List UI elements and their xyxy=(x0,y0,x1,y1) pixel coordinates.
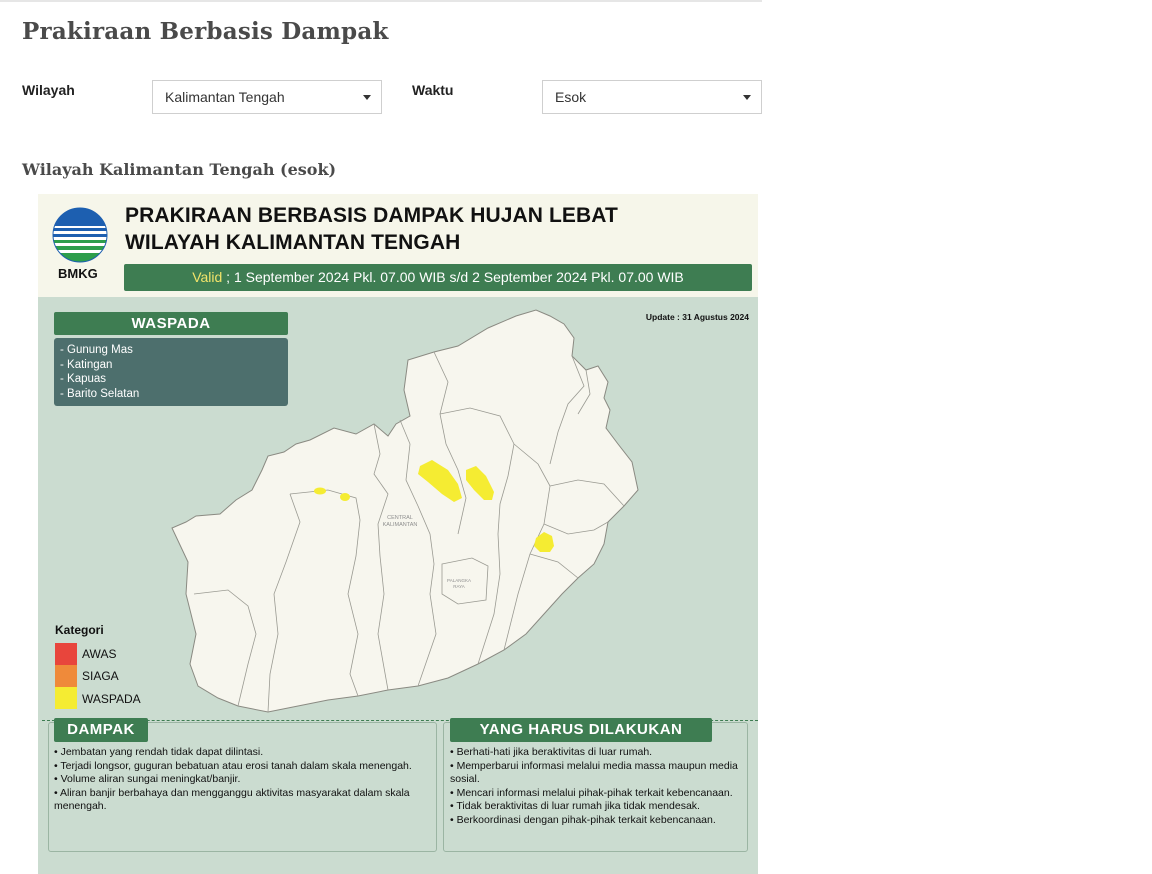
validity-bar: Valid ; 1 September 2024 Pkl. 07.00 WIB … xyxy=(124,264,752,291)
list-item: • Berhati-hati jika beraktivitas di luar… xyxy=(450,746,653,758)
legend-label-siaga: SIAGA xyxy=(82,669,119,683)
title-line-1: PRAKIRAAN BERBASIS DAMPAK HUJAN LEBAT xyxy=(125,204,618,227)
region-label: Wilayah xyxy=(22,82,75,98)
list-item: - Barito Selatan xyxy=(60,387,140,400)
chevron-down-icon xyxy=(363,95,371,100)
legend-label-waspada: WASPADA xyxy=(82,692,141,706)
city-label-line-1: PALANGKA xyxy=(447,578,471,583)
list-item: • Mencari informasi melalui pihak-pihak … xyxy=(450,786,733,799)
infographic-header: BMKG PRAKIRAAN BERBASIS DAMPAK HUJAN LEB… xyxy=(38,194,758,297)
title-line-2: WILAYAH KALIMANTAN TENGAH xyxy=(125,231,461,254)
chevron-down-icon xyxy=(743,95,751,100)
impact-forecast-infographic: BMKG PRAKIRAAN BERBASIS DAMPAK HUJAN LEB… xyxy=(38,194,758,874)
harus-list: • Berhati-hati jika beraktivitas di luar… xyxy=(450,746,742,827)
list-item: - Katingan xyxy=(60,358,113,371)
time-select-value: Esok xyxy=(555,89,587,105)
list-item: • Volume aliran sungai meningkat/banjir. xyxy=(54,773,241,785)
infographic-title: PRAKIRAAN BERBASIS DAMPAK HUJAN LEBAT WI… xyxy=(125,202,618,256)
page-title: Prakiraan Berbasis Dampak xyxy=(22,18,389,45)
dampak-heading: DAMPAK xyxy=(54,718,148,742)
list-item: • Tidak beraktivitas di luar rumah jika … xyxy=(450,800,700,812)
waspada-area-katingan-3 xyxy=(340,493,350,501)
harus-heading: YANG HARUS DILAKUKAN xyxy=(450,718,712,742)
list-item: • Jembatan yang rendah tidak dapat dilin… xyxy=(54,746,264,758)
province-label-line-1: CENTRAL xyxy=(387,515,413,521)
list-item: - Gunung Mas xyxy=(60,344,133,356)
list-item: - Kapuas xyxy=(60,373,107,385)
legend-swatch-siaga xyxy=(55,665,77,687)
valid-word: Valid xyxy=(192,269,223,285)
dampak-list: • Jembatan yang rendah tidak dapat dilin… xyxy=(54,746,414,814)
region-select-value: Kalimantan Tengah xyxy=(165,89,285,105)
list-item: • Aliran banjir berbahaya dan mengganggu… xyxy=(54,786,410,813)
legend-swatch-awas xyxy=(55,643,77,665)
legend-label-awas: AWAS xyxy=(82,647,117,661)
list-item: • Memperbarui informasi melalui media ma… xyxy=(450,759,738,786)
legend-swatch-waspada xyxy=(55,687,77,709)
list-item: • Terjadi longsor, guguran bebatuan atau… xyxy=(54,759,412,772)
waspada-heading: WASPADA xyxy=(54,312,288,335)
top-divider xyxy=(0,0,762,2)
waspada-area-katingan-2 xyxy=(314,487,326,495)
logo-text: BMKG xyxy=(58,266,98,281)
bmkg-logo-icon xyxy=(52,207,108,263)
valid-period: ; 1 September 2024 Pkl. 07.00 WIB s/d 2 … xyxy=(222,269,684,285)
update-date: Update : 31 Agustus 2024 xyxy=(645,312,749,322)
region-select[interactable]: Kalimantan Tengah xyxy=(152,80,382,114)
time-label: Waktu xyxy=(412,82,454,98)
list-item: • Berkoordinasi dengan pihak-pihak terka… xyxy=(450,813,716,826)
section-title: Wilayah Kalimantan Tengah (esok) xyxy=(22,160,337,179)
city-label-line-2: RAYA xyxy=(453,584,465,589)
province-label-line-2: KALIMANTAN xyxy=(383,522,418,528)
time-select[interactable]: Esok xyxy=(542,80,762,114)
waspada-region-list: - Gunung Mas - Katingan - Kapuas - Barit… xyxy=(54,338,288,406)
legend-title: Kategori xyxy=(55,623,104,637)
